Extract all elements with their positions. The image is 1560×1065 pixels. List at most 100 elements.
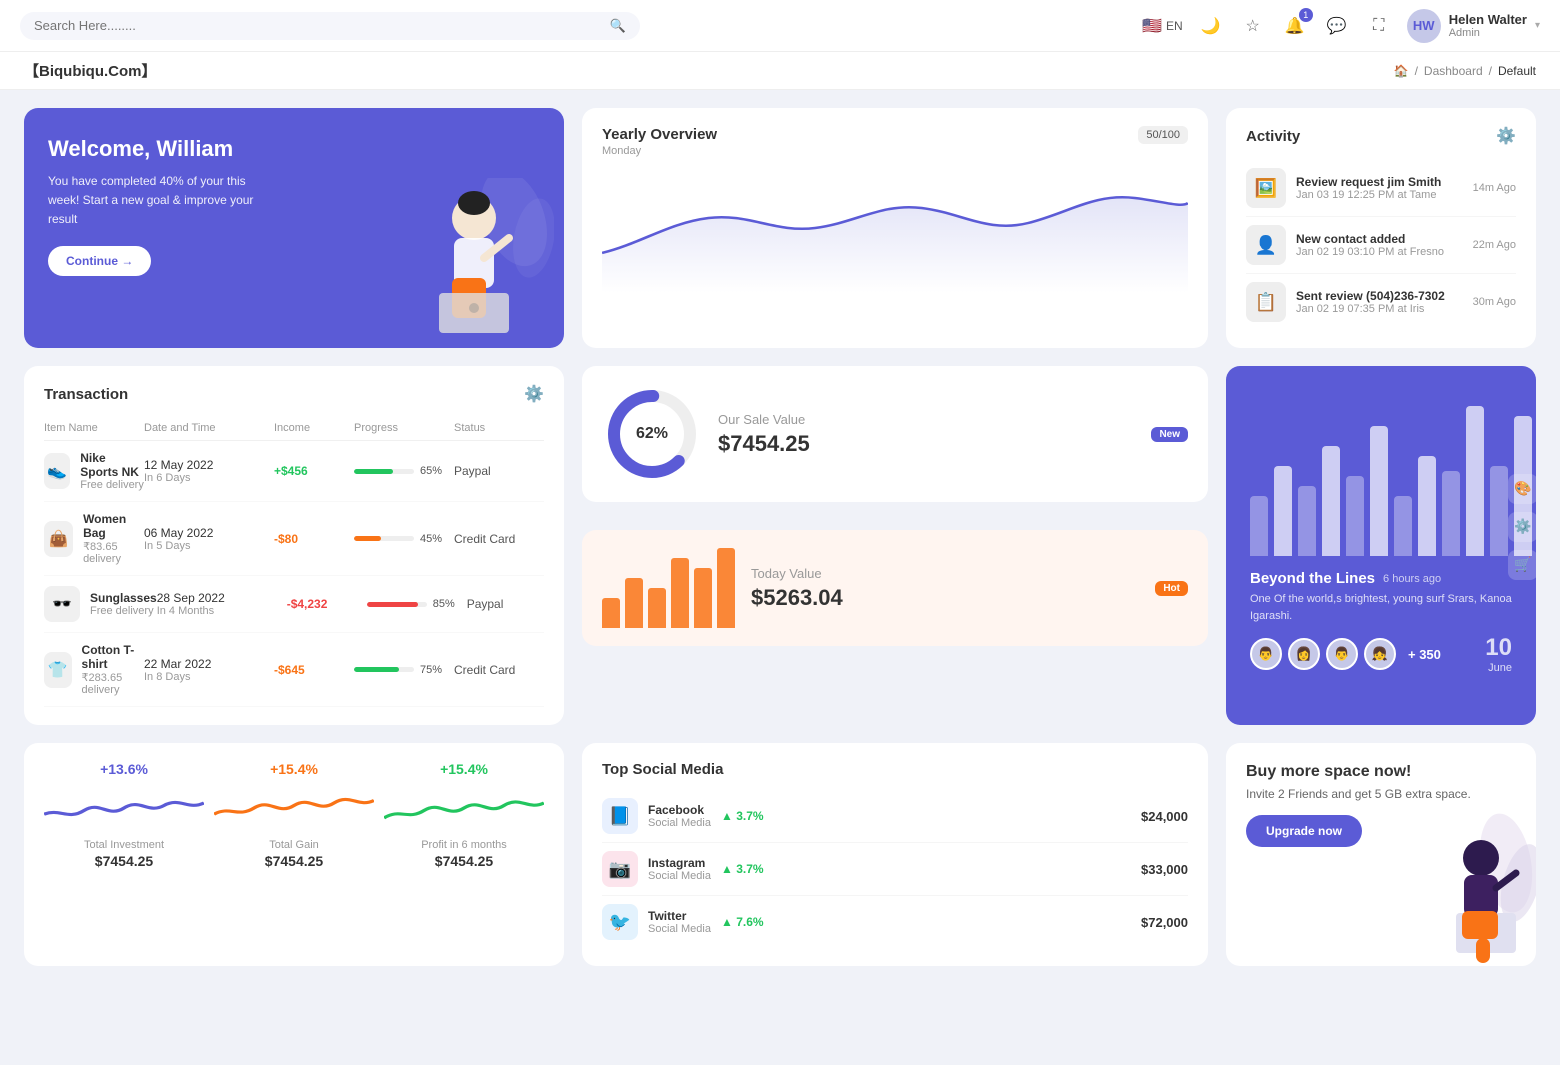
activity-thumb: 📋 [1246, 282, 1286, 322]
beyond-bar [1274, 466, 1292, 556]
activity-item-sub: Jan 03 19 12:25 PM at Tame [1296, 189, 1441, 201]
yearly-day: Monday [602, 145, 717, 157]
activity-time: 14m Ago [1473, 182, 1516, 194]
table-row: 👕 Cotton T-shirt ₹283.65 delivery 22 Mar… [44, 633, 544, 707]
item-date: 12 May 2022 In 6 Days [144, 458, 274, 484]
today-bar [717, 548, 735, 628]
messages-icon[interactable]: 💬 [1323, 12, 1351, 40]
item-icon: 🕶️ [44, 586, 80, 622]
social-type: Social Media [648, 923, 711, 935]
paint-icon[interactable]: 🎨 [1508, 474, 1536, 504]
beyond-bar-item [1322, 446, 1340, 556]
beyond-bar-item [1274, 466, 1292, 556]
upgrade-card: Buy more space now! Invite 2 Friends and… [1226, 743, 1536, 966]
beyond-bar-item [1418, 456, 1436, 556]
stat-pct: +13.6% [100, 761, 148, 777]
search-input[interactable] [34, 18, 602, 33]
transaction-settings-icon[interactable]: ⚙️ [524, 384, 544, 404]
theme-toggle[interactable]: 🌙 [1197, 12, 1225, 40]
nav-right: 🇺🇸 EN 🌙 ☆ 🔔 1 💬 ⛶ HW Helen Walter Admin … [1142, 9, 1540, 43]
social-type: Social Media [648, 870, 711, 882]
sale-title: Our Sale Value [718, 412, 1135, 427]
language-selector[interactable]: 🇺🇸 EN [1142, 19, 1183, 33]
social-amount: $72,000 [1141, 915, 1188, 930]
item-income: -$645 [274, 663, 354, 677]
beyond-bar-item [1346, 476, 1364, 556]
social-change: ▲ 3.7% [721, 862, 764, 876]
star-icon[interactable]: ☆ [1239, 12, 1267, 40]
beyond-bar-item [1442, 471, 1460, 556]
beyond-bar-item [1490, 466, 1508, 556]
social-amount: $33,000 [1141, 862, 1188, 877]
donut-label: 62% [636, 425, 668, 443]
fullscreen-icon[interactable]: ⛶ [1365, 12, 1393, 40]
item-icon: 👕 [44, 652, 72, 688]
item-info: 👟 Nike Sports NK Free delivery [44, 451, 144, 491]
item-sub: Free delivery [90, 605, 157, 617]
middle-column: 62% Our Sale Value $7454.25 New Today Va… [582, 366, 1208, 725]
social-row: 📷 Instagram Social Media ▲ 3.7% $33,000 [602, 843, 1188, 896]
stat-item: +15.4% Total Gain $7454.25 [214, 761, 374, 948]
stats-card: +13.6% Total Investment $7454.25 +15.4% … [24, 743, 564, 966]
date-badge: 10 June [1485, 634, 1512, 674]
beyond-bar-item [1298, 486, 1316, 556]
activity-header: Activity ⚙️ [1246, 126, 1516, 146]
stat-label: Total Investment [84, 839, 164, 851]
item-progress: 75% [354, 664, 454, 676]
item-date: 06 May 2022 In 5 Days [144, 526, 274, 552]
stat-label: Profit in 6 months [421, 839, 507, 851]
social-list: 📘 Facebook Social Media ▲ 3.7% $24,000 📷… [602, 790, 1188, 948]
social-row: 📘 Facebook Social Media ▲ 3.7% $24,000 [602, 790, 1188, 843]
item-name: Women Bag [83, 512, 144, 540]
item-name: Sunglasses [90, 591, 157, 605]
transaction-title: Transaction [44, 386, 128, 403]
item-icon: 👟 [44, 453, 70, 489]
activity-thumb: 👤 [1246, 225, 1286, 265]
stat-value: $7454.25 [265, 853, 323, 869]
notifications-icon[interactable]: 🔔 1 [1281, 12, 1309, 40]
activity-text: Review request jim Smith Jan 03 19 12:25… [1296, 175, 1441, 201]
sparkline [214, 783, 374, 833]
beyond-bar [1394, 496, 1412, 556]
breadcrumb-dashboard[interactable]: Dashboard [1424, 64, 1483, 78]
user-menu[interactable]: HW Helen Walter Admin ▾ [1407, 9, 1540, 43]
sidebar-overlay-icons: 🎨 ⚙️ 🛒 [1508, 474, 1536, 580]
activity-card: Activity ⚙️ 🖼️ Review request jim Smith … [1226, 108, 1536, 348]
upgrade-button[interactable]: Upgrade now [1246, 815, 1362, 847]
col-progress: Progress [354, 422, 454, 434]
brand-name: 【Biqubiqu.Com】 [24, 60, 156, 81]
upgrade-illustration [1396, 803, 1536, 966]
beyond-bar [1490, 466, 1508, 556]
item-status: Paypal [467, 597, 557, 611]
social-info: Instagram Social Media [648, 856, 711, 882]
social-name: Facebook [648, 803, 711, 817]
item-status: Credit Card [454, 532, 544, 546]
stat-pct: +15.4% [440, 761, 488, 777]
search-box[interactable]: 🔍 [20, 12, 640, 40]
third-row: +13.6% Total Investment $7454.25 +15.4% … [24, 743, 1536, 966]
chevron-down-icon: ▾ [1535, 20, 1540, 31]
beyond-card: Beyond the Lines 6 hours ago One Of the … [1226, 366, 1536, 725]
stat-item: +13.6% Total Investment $7454.25 [44, 761, 204, 948]
transaction-rows: 👟 Nike Sports NK Free delivery 12 May 20… [44, 441, 544, 707]
sale-value-card: 62% Our Sale Value $7454.25 New [582, 366, 1208, 502]
beyond-bar [1370, 426, 1388, 556]
search-icon: 🔍 [610, 18, 626, 34]
activity-text: Sent review (504)236-7302 Jan 02 19 07:3… [1296, 289, 1445, 315]
continue-button[interactable]: Continue → [48, 246, 151, 276]
beyond-bar [1466, 406, 1484, 556]
settings-icon2[interactable]: ⚙️ [1508, 512, 1536, 542]
activity-item-sub: Jan 02 19 03:10 PM at Fresno [1296, 246, 1444, 258]
beyond-bar [1418, 456, 1436, 556]
beyond-time: 6 hours ago [1383, 573, 1441, 585]
upgrade-desc: Invite 2 Friends and get 5 GB extra spac… [1246, 787, 1516, 801]
social-type: Social Media [648, 817, 711, 829]
avatar-4: 👧 [1364, 638, 1396, 670]
donut-chart: 62% [602, 384, 702, 484]
cart-icon[interactable]: 🛒 [1508, 550, 1536, 580]
item-info: 🕶️ Sunglasses Free delivery [44, 586, 157, 622]
activity-settings-icon[interactable]: ⚙️ [1496, 126, 1516, 146]
stat-label: Total Gain [269, 839, 319, 851]
top-navigation: 🔍 🇺🇸 EN 🌙 ☆ 🔔 1 💬 ⛶ HW Helen Walter Admi… [0, 0, 1560, 52]
item-date: 22 Mar 2022 In 8 Days [144, 657, 274, 683]
